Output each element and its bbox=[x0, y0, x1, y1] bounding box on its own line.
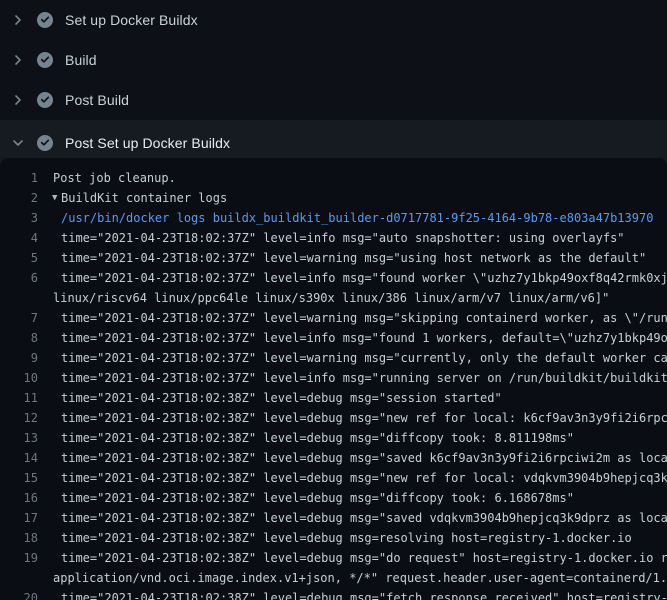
log-line: 18 ▼ time="2021-04-23T18:02:38Z" level=d… bbox=[0, 528, 667, 548]
log-line-text: /usr/bin/docker logs buildx_buildkit_bui… bbox=[61, 208, 653, 228]
log-line: 1 ▼ Post job cleanup. bbox=[0, 168, 667, 188]
actions-log-viewer: Set up Docker Buildx Build Post Build bbox=[0, 0, 667, 600]
log-line-text: time="2021-04-23T18:02:38Z" level=debug … bbox=[61, 488, 574, 508]
chevron-right-icon[interactable] bbox=[10, 12, 26, 28]
log-line-number[interactable]: 1 bbox=[0, 168, 38, 188]
log-line: 12 ▼ time="2021-04-23T18:02:38Z" level=d… bbox=[0, 408, 667, 428]
log-line-number[interactable]: 20 bbox=[0, 588, 38, 600]
log-line-number[interactable]: 19 bbox=[0, 548, 38, 568]
log-line-text: time="2021-04-23T18:02:38Z" level=debug … bbox=[61, 448, 667, 468]
log-line-text: time="2021-04-23T18:02:38Z" level=debug … bbox=[61, 428, 574, 448]
log-line-number[interactable]: 18 bbox=[0, 528, 38, 548]
log-line: 6 ▼ time="2021-04-23T18:02:37Z" level=in… bbox=[0, 268, 667, 288]
log-line-text: BuildKit container logs bbox=[61, 188, 227, 208]
log-line-text: time="2021-04-23T18:02:38Z" level=debug … bbox=[61, 468, 667, 488]
log-line-text: Post job cleanup. bbox=[53, 168, 176, 188]
log-line: 17 ▼ time="2021-04-23T18:02:38Z" level=d… bbox=[0, 508, 667, 528]
log-line: 7 ▼ time="2021-04-23T18:02:37Z" level=wa… bbox=[0, 308, 667, 328]
log-line: 11 ▼ time="2021-04-23T18:02:38Z" level=d… bbox=[0, 388, 667, 408]
log-line: 14 ▼ time="2021-04-23T18:02:38Z" level=d… bbox=[0, 448, 667, 468]
log-line: 5 ▼ time="2021-04-23T18:02:37Z" level=wa… bbox=[0, 248, 667, 268]
log-line: 9 ▼ time="2021-04-23T18:02:37Z" level=wa… bbox=[0, 348, 667, 368]
log-line-text: time="2021-04-23T18:02:37Z" level=warnin… bbox=[61, 248, 646, 268]
step-label: Post Set up Docker Buildx bbox=[65, 135, 230, 151]
log-line-number[interactable]: 9 bbox=[0, 348, 38, 368]
log-line-number[interactable]: 17 bbox=[0, 508, 38, 528]
chevron-down-icon[interactable] bbox=[10, 135, 26, 151]
log-line-number[interactable]: 8 bbox=[0, 328, 38, 348]
log-line-text: time="2021-04-23T18:02:38Z" level=debug … bbox=[61, 408, 667, 428]
log-line: 3 ▼ /usr/bin/docker logs buildx_buildkit… bbox=[0, 208, 667, 228]
log-line-text: linux/riscv64 linux/ppc64le linux/s390x … bbox=[53, 288, 609, 308]
log-line-text: application/vnd.oci.image.index.v1+json,… bbox=[53, 568, 667, 588]
log-line-text: time="2021-04-23T18:02:38Z" level=debug … bbox=[61, 528, 632, 548]
log-line-number[interactable]: 2 bbox=[0, 188, 38, 208]
check-circle-icon bbox=[37, 12, 53, 28]
log-line-number[interactable]: 10 bbox=[0, 368, 38, 388]
log-line-number[interactable]: 5 bbox=[0, 248, 38, 268]
log-line: 2 ▼ BuildKit container logs bbox=[0, 188, 667, 208]
step-header-build[interactable]: Build bbox=[0, 40, 667, 80]
step-header-post-build[interactable]: Post Build bbox=[0, 80, 667, 120]
log-line-text: time="2021-04-23T18:02:37Z" level=warnin… bbox=[61, 348, 667, 368]
log-line-text: time="2021-04-23T18:02:37Z" level=info m… bbox=[61, 328, 667, 348]
log-line-number[interactable]: 14 bbox=[0, 448, 38, 468]
step-label: Set up Docker Buildx bbox=[65, 12, 198, 28]
log-line-number[interactable]: 6 bbox=[0, 268, 38, 288]
log-line: 19 ▼ time="2021-04-23T18:02:38Z" level=d… bbox=[0, 548, 667, 568]
log-line-number[interactable]: 16 bbox=[0, 488, 38, 508]
log-line-text: time="2021-04-23T18:02:37Z" level=info m… bbox=[61, 228, 625, 248]
log-line-text: time="2021-04-23T18:02:38Z" level=debug … bbox=[61, 588, 667, 600]
log-line-number[interactable]: 3 bbox=[0, 208, 38, 228]
log-line: 16 ▼ time="2021-04-23T18:02:38Z" level=d… bbox=[0, 488, 667, 508]
log-line-text: time="2021-04-23T18:02:38Z" level=debug … bbox=[61, 548, 667, 568]
log-line: 15 ▼ time="2021-04-23T18:02:38Z" level=d… bbox=[0, 468, 667, 488]
check-circle-icon bbox=[37, 52, 53, 68]
log-line-text: time="2021-04-23T18:02:37Z" level=info m… bbox=[61, 368, 667, 388]
log-line-number[interactable]: 12 bbox=[0, 408, 38, 428]
log-line-text: time="2021-04-23T18:02:38Z" level=debug … bbox=[61, 508, 667, 528]
step-list: Set up Docker Buildx Build Post Build bbox=[0, 0, 667, 166]
log-line: 8 ▼ time="2021-04-23T18:02:37Z" level=in… bbox=[0, 328, 667, 348]
log-line-number[interactable]: 11 bbox=[0, 388, 38, 408]
check-circle-icon bbox=[37, 135, 53, 151]
log-console: 1 ▼ Post job cleanup. 2 ▼ BuildKit conta… bbox=[0, 158, 667, 600]
log-line-number[interactable]: 13 bbox=[0, 428, 38, 448]
step-label: Build bbox=[65, 52, 97, 68]
check-circle-icon bbox=[37, 92, 53, 108]
chevron-right-icon[interactable] bbox=[10, 52, 26, 68]
log-line: 10 ▼ time="2021-04-23T18:02:37Z" level=i… bbox=[0, 368, 667, 388]
log-line: 13 ▼ time="2021-04-23T18:02:38Z" level=d… bbox=[0, 428, 667, 448]
log-line: 4 ▼ time="2021-04-23T18:02:37Z" level=in… bbox=[0, 228, 667, 248]
log-line-number[interactable]: 7 bbox=[0, 308, 38, 328]
log-line-number[interactable]: 15 bbox=[0, 468, 38, 488]
triangle-down-icon[interactable]: ▼ bbox=[52, 188, 57, 208]
step-label: Post Build bbox=[65, 92, 129, 108]
log-line-text: time="2021-04-23T18:02:37Z" level=info m… bbox=[61, 268, 667, 288]
log-line-text: time="2021-04-23T18:02:38Z" level=debug … bbox=[61, 388, 502, 408]
chevron-right-icon[interactable] bbox=[10, 92, 26, 108]
log-line: ▼ linux/riscv64 linux/ppc64le linux/s390… bbox=[0, 288, 667, 308]
log-line: ▼ application/vnd.oci.image.index.v1+jso… bbox=[0, 568, 667, 588]
log-line-text: time="2021-04-23T18:02:37Z" level=warnin… bbox=[61, 308, 667, 328]
log-line-number[interactable]: 4 bbox=[0, 228, 38, 248]
log-line: 20 ▼ time="2021-04-23T18:02:38Z" level=d… bbox=[0, 588, 667, 600]
step-header-set-up-docker-buildx[interactable]: Set up Docker Buildx bbox=[0, 0, 667, 40]
